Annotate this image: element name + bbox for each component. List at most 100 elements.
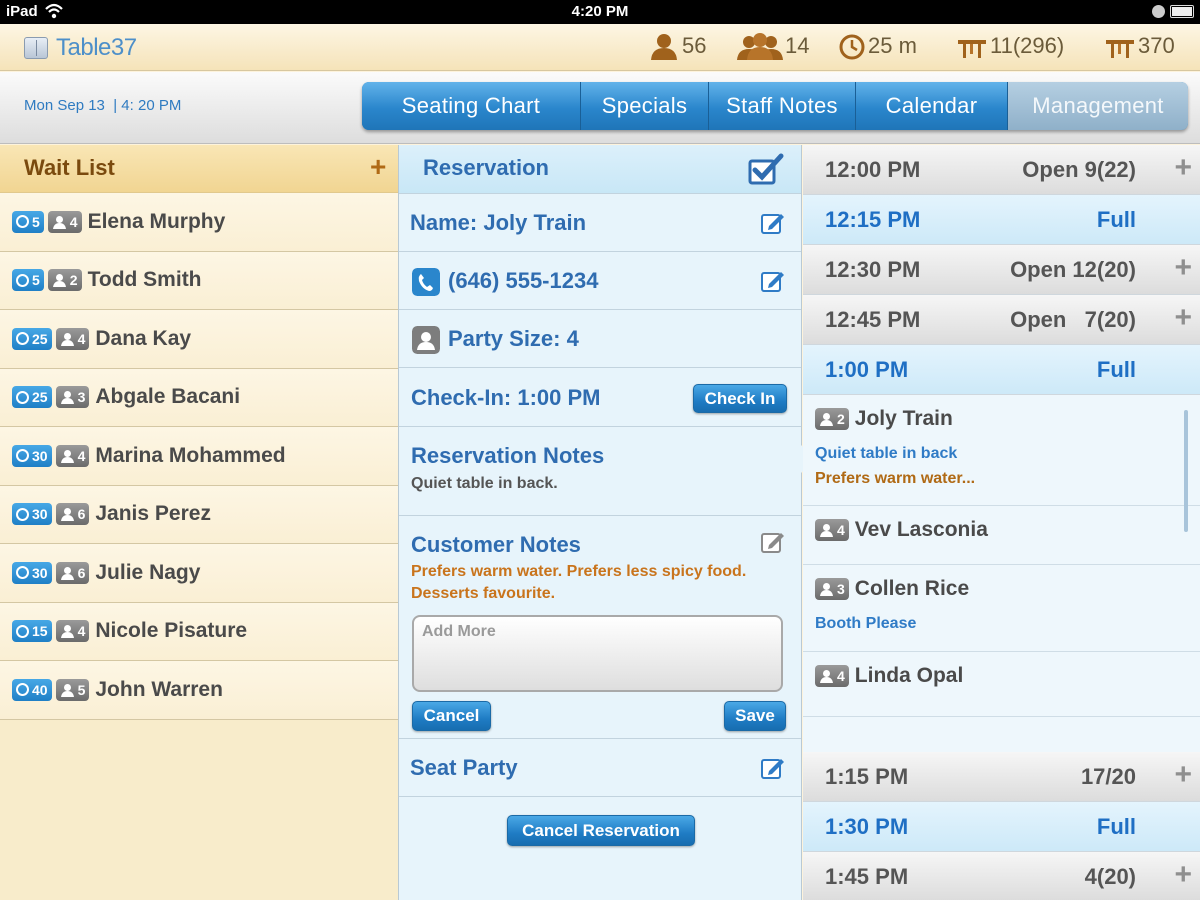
clock-icon bbox=[16, 332, 29, 346]
wait-list-row[interactable]: 5 2 Todd Smith bbox=[0, 251, 398, 310]
time-slot-status: Full bbox=[1096, 357, 1136, 382]
edit-icon[interactable] bbox=[761, 757, 785, 779]
phone-icon bbox=[412, 268, 440, 296]
guest-name: Nicole Pisature bbox=[95, 619, 248, 643]
guest-line: 3 Collen Rice bbox=[815, 577, 969, 601]
party-size-badge: 4 bbox=[55, 620, 90, 643]
reservation-header: Reservation bbox=[399, 145, 801, 193]
add-reservation-button[interactable]: + bbox=[1174, 251, 1192, 285]
person-icon bbox=[820, 583, 833, 596]
person-icon bbox=[412, 326, 440, 354]
time-slot-row[interactable]: 1:15 PM 17/20 + bbox=[803, 752, 1200, 802]
guest-name: Linda Opal bbox=[854, 664, 964, 687]
wait-list-row[interactable]: 25 3 Abgale Bacani bbox=[0, 368, 398, 427]
reservation-list-item[interactable]: 2 Joly Train Quiet table in back Prefers wa… bbox=[803, 395, 1200, 506]
wait-list-row[interactable]: 5 4 Elena Murphy bbox=[0, 193, 398, 252]
wait-list-row[interactable]: 30 6 Julie Nagy bbox=[0, 544, 398, 603]
wait-time-badge: 15 bbox=[12, 620, 52, 643]
checkbox-checked-icon[interactable] bbox=[748, 153, 784, 185]
time-slot-row[interactable]: 12:15 PM Full bbox=[803, 195, 1200, 245]
add-reservation-button[interactable]: + bbox=[1174, 758, 1192, 792]
tab-specials[interactable]: Specials bbox=[581, 82, 709, 130]
edit-icon[interactable] bbox=[761, 212, 785, 234]
clock-icon bbox=[16, 449, 29, 463]
stat-wait-time: 25 m bbox=[838, 32, 917, 60]
reservation-list-item[interactable]: 4 Linda Opal bbox=[803, 652, 1200, 717]
party-size-badge: 3 bbox=[55, 386, 90, 409]
wait-list-row[interactable]: 25 4 Dana Kay bbox=[0, 310, 398, 369]
tab-calendar[interactable]: Calendar bbox=[856, 82, 1008, 130]
guest-name: Joly Train bbox=[854, 407, 953, 430]
customer-notes-text: Prefers warm water. Prefers less spicy f… bbox=[411, 563, 747, 602]
wait-list-header: Wait List + bbox=[0, 145, 398, 193]
stat-capacity: 370 bbox=[1104, 32, 1175, 60]
save-button[interactable]: Save bbox=[724, 701, 786, 731]
stat-guests: 56 bbox=[648, 32, 706, 60]
party-size-badge: 6 bbox=[55, 561, 90, 584]
person-icon bbox=[52, 215, 66, 229]
cancel-reservation-button[interactable]: Cancel Reservation bbox=[507, 815, 695, 846]
add-reservation-button[interactable]: + bbox=[1174, 858, 1192, 892]
clock-icon bbox=[16, 273, 29, 287]
wait-time-badge: 30 bbox=[12, 503, 52, 526]
party-size-badge: 2 bbox=[47, 269, 82, 292]
check-in-button[interactable]: Check In bbox=[693, 384, 787, 413]
time-slot-row[interactable]: 1:30 PM Full bbox=[803, 802, 1200, 852]
reservation-title: Reservation bbox=[423, 155, 549, 180]
party-size-badge: 4 bbox=[55, 444, 90, 467]
add-reservation-button[interactable]: + bbox=[1174, 301, 1192, 335]
time-slot-status: Full bbox=[1096, 814, 1136, 839]
reservation-name: Name: Joly Train bbox=[410, 210, 587, 235]
tab-management[interactable]: Management bbox=[1008, 82, 1188, 130]
tab-seating-chart[interactable]: Seating Chart bbox=[362, 82, 581, 130]
edit-icon[interactable] bbox=[761, 270, 785, 292]
app-name: Table37 bbox=[56, 34, 137, 61]
time-slot-status: 4(20) bbox=[1084, 864, 1136, 889]
battery-icon bbox=[1170, 5, 1194, 18]
table-icon bbox=[958, 40, 986, 58]
seat-party-row[interactable]: Seat Party bbox=[399, 738, 801, 796]
person-icon bbox=[820, 670, 833, 683]
guest-note: Booth Please bbox=[815, 615, 917, 632]
wait-list-row[interactable]: 40 5 John Warren bbox=[0, 661, 398, 720]
cancel-reservation-area: Cancel Reservation bbox=[399, 796, 801, 900]
scrollbar[interactable] bbox=[1184, 410, 1188, 532]
tab-staff-notes[interactable]: Staff Notes bbox=[709, 82, 856, 130]
wait-list-row[interactable]: 30 6 Janis Perez bbox=[0, 485, 398, 544]
person-icon bbox=[651, 34, 677, 60]
group-icon bbox=[737, 33, 783, 60]
add-waitlist-button[interactable]: + bbox=[370, 151, 386, 183]
reservation-list-item[interactable]: 3 Collen Rice Booth Please bbox=[803, 565, 1200, 652]
time-slot-row[interactable]: 12:45 PM Open 7(20) + bbox=[803, 295, 1200, 345]
person-icon bbox=[52, 274, 66, 288]
time-slot-time: 1:45 PM bbox=[825, 864, 909, 889]
time-slot-row[interactable]: 1:00 PM Full bbox=[803, 345, 1200, 395]
add-more-input[interactable]: Add More bbox=[412, 615, 783, 692]
time-slot-row[interactable]: 12:00 PM Open 9(22) + bbox=[803, 145, 1200, 195]
current-date: Mon Sep 13 | 4: 20 PM bbox=[24, 97, 182, 114]
wait-list-row[interactable]: 30 4 Marina Mohammed bbox=[0, 427, 398, 486]
time-slot-time: 12:00 PM bbox=[825, 157, 921, 182]
cancel-button[interactable]: Cancel bbox=[412, 701, 491, 731]
reservation-checkin-time: Check-In: 1:00 PM bbox=[411, 385, 601, 410]
edit-icon[interactable] bbox=[761, 531, 785, 553]
reservation-notes-text: Quiet table in back. bbox=[411, 475, 558, 492]
reservation-list-item[interactable]: 4 Vev Lasconia bbox=[803, 506, 1200, 565]
guest-name: Collen Rice bbox=[854, 577, 970, 600]
wait-list-row[interactable]: 15 4 Nicole Pisature bbox=[0, 602, 398, 661]
wait-list-rows: 5 4 Elena Murphy 5 2 Todd Smith 25 4 Dana Kay 25 3… bbox=[0, 193, 398, 720]
wait-time-badge: 25 bbox=[12, 386, 52, 409]
time-slot-row[interactable]: 12:30 PM Open 12(20) + bbox=[803, 245, 1200, 295]
reservation-phone-row: (646) 555-1234 bbox=[399, 251, 801, 309]
guest-name: Julie Nagy bbox=[95, 560, 201, 584]
clock-icon bbox=[16, 215, 29, 229]
guest-name: Janis Perez bbox=[95, 502, 211, 526]
wait-list-title: Wait List bbox=[24, 155, 115, 180]
person-icon bbox=[60, 508, 74, 522]
time-slot-row[interactable]: 1:45 PM 4(20) + bbox=[803, 852, 1200, 900]
person-icon bbox=[60, 391, 74, 405]
add-reservation-button[interactable]: + bbox=[1174, 151, 1192, 185]
party-size-badge: 4 bbox=[55, 327, 90, 350]
time-slot-time: 1:15 PM bbox=[825, 764, 909, 789]
main-tabs: Seating Chart Specials Staff Notes Calen… bbox=[362, 82, 1188, 130]
